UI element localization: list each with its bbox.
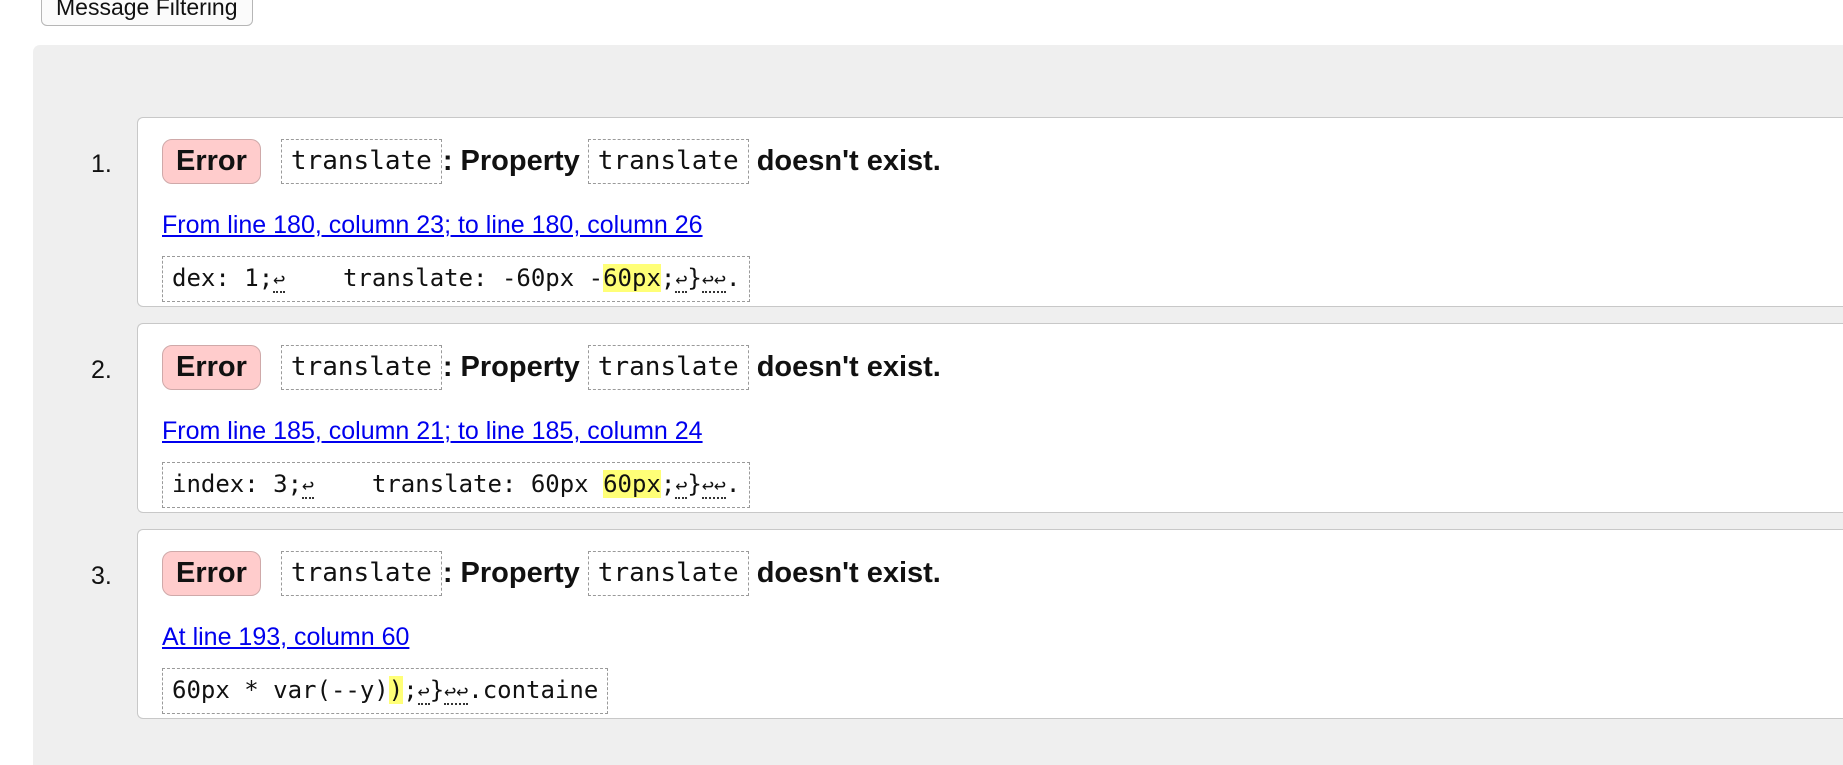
message-item: 1. Error translate : Property translate …: [91, 117, 1843, 307]
error-badge: Error: [162, 344, 261, 390]
message-heading: Error translate : Property translate doe…: [162, 549, 949, 597]
extract-text: index: 3;: [172, 470, 303, 498]
extract-text: }: [687, 264, 702, 292]
newline-marker: ↩: [302, 473, 315, 499]
message-text: : Property: [442, 144, 580, 177]
message-heading: Error translate : Property translate doe…: [162, 137, 949, 185]
extract-text: }: [687, 470, 702, 498]
message-text: : Property: [442, 556, 580, 589]
extract-text: ;: [403, 676, 418, 704]
extract-text: dex: 1;: [172, 264, 274, 292]
results-panel: 1. Error translate : Property translate …: [33, 45, 1843, 765]
message-item: 3. Error translate : Property translate …: [91, 529, 1843, 719]
location-link[interactable]: From line 180, column 23; to line 180, c…: [162, 211, 703, 240]
extract-text: translate: 60px: [314, 470, 604, 498]
location-link[interactable]: At line 193, column 60: [162, 623, 409, 652]
source-extract: 60px * var(--y));↩}↩↩.containe: [162, 668, 609, 714]
message-number: 3.: [91, 562, 112, 590]
newline-marker: ↩↩: [701, 267, 726, 293]
message-text: doesn't exist.: [756, 350, 941, 383]
message-text: doesn't exist.: [756, 556, 941, 589]
message-heading: Error translate : Property translate doe…: [162, 343, 949, 391]
message-filtering-button[interactable]: Message Filtering: [41, 0, 253, 26]
newline-marker: ↩↩: [444, 679, 469, 705]
extract-text: 60px * var(--y): [172, 676, 389, 704]
error-badge: Error: [162, 550, 261, 596]
property-code: translate: [587, 550, 749, 596]
newline-marker: ↩: [675, 267, 688, 293]
newline-marker: ↩↩: [701, 473, 726, 499]
source-extract: index: 3;↩ translate: 60px 60px;↩}↩↩.: [162, 462, 751, 508]
message-item: 2. Error translate : Property translate …: [91, 323, 1843, 513]
message-number: 2.: [91, 356, 112, 384]
extract-text: ;: [660, 264, 676, 292]
extract-highlight: 60px: [603, 470, 661, 498]
error-badge: Error: [162, 138, 261, 184]
property-code: translate: [587, 138, 749, 184]
message-number: 1.: [91, 150, 112, 178]
property-code: translate: [587, 344, 749, 390]
message-text: : Property: [442, 350, 580, 383]
extract-text: ;: [660, 470, 676, 498]
extract-text: .: [725, 264, 741, 292]
extract-highlight: 60px: [603, 264, 661, 292]
property-code: translate: [280, 550, 442, 596]
location-link[interactable]: From line 185, column 21; to line 185, c…: [162, 417, 703, 446]
property-code: translate: [280, 138, 442, 184]
extract-text: .containe: [468, 676, 599, 704]
message-text: doesn't exist.: [756, 144, 941, 177]
property-code: translate: [280, 344, 442, 390]
newline-marker: ↩: [273, 267, 286, 293]
extract-text: translate: -60px -: [285, 264, 604, 292]
source-extract: dex: 1;↩ translate: -60px -60px;↩}↩↩.: [162, 256, 751, 302]
newline-marker: ↩: [417, 679, 430, 705]
extract-text: }: [429, 676, 445, 704]
extract-highlight: ): [388, 676, 404, 704]
extract-text: .: [725, 470, 741, 498]
newline-marker: ↩: [675, 473, 688, 499]
